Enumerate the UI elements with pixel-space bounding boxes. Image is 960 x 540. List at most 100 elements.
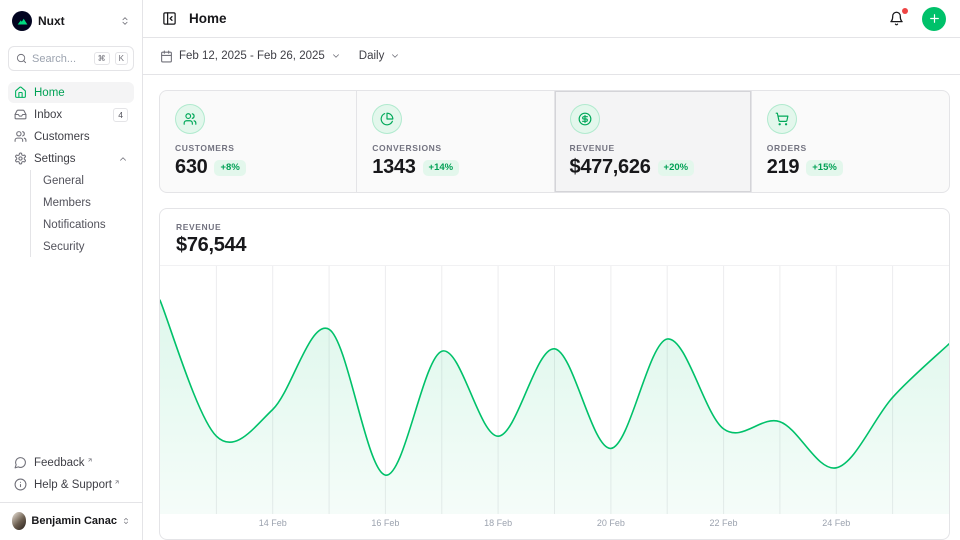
info-icon <box>14 478 27 491</box>
sidebar-item-security[interactable]: Security <box>39 236 134 257</box>
content: CUSTOMERS 630 +8% CONVERSIONS 1343 +14% <box>143 75 960 540</box>
stat-label: CUSTOMERS <box>175 143 341 153</box>
sub-item-label: Security <box>43 241 85 253</box>
help-support-link[interactable]: Help & Support <box>8 474 134 495</box>
x-tick-label: 14 Feb <box>259 518 287 528</box>
plus-icon <box>928 12 941 25</box>
stat-delta-badge: +15% <box>806 160 843 176</box>
sidebar-item-label: Home <box>34 87 128 99</box>
sub-item-label: General <box>43 175 84 187</box>
revenue-area-chart[interactable] <box>160 265 949 513</box>
bell-icon <box>889 11 904 26</box>
chart-canvas <box>160 266 949 514</box>
sidebar-item-settings[interactable]: Settings <box>8 148 134 169</box>
sidebar-item-general[interactable]: General <box>39 170 134 191</box>
x-tick-label: 24 Feb <box>822 518 850 528</box>
home-icon <box>14 86 27 99</box>
search-icon <box>16 53 27 64</box>
stat-delta-badge: +8% <box>214 160 245 176</box>
sidebar-footer: Feedback Help & Support Benjamin Canac <box>8 452 134 532</box>
x-tick-label: 16 Feb <box>371 518 399 528</box>
collapse-sidebar-button[interactable] <box>160 9 179 28</box>
main-area: Home Feb 12, 2025 - Feb 26, 2025 Daily <box>143 0 960 540</box>
workspace-switcher[interactable]: Nuxt <box>8 8 134 34</box>
sidebar-item-home[interactable]: Home <box>8 82 134 103</box>
stat-conversions[interactable]: CONVERSIONS 1343 +14% <box>357 91 554 192</box>
x-tick-label: 20 Feb <box>597 518 625 528</box>
divider <box>0 502 142 503</box>
inbox-icon <box>14 108 27 121</box>
main-header: Home <box>143 0 960 38</box>
date-range-picker[interactable]: Feb 12, 2025 - Feb 26, 2025 <box>160 50 341 63</box>
nuxt-logo-icon <box>12 11 32 31</box>
message-circle-icon <box>14 456 27 469</box>
search-input[interactable]: Search... ⌘ K <box>8 46 134 71</box>
sidebar-item-label: Inbox <box>34 109 106 121</box>
sidebar-item-customers[interactable]: Customers <box>8 126 134 147</box>
app-window: Nuxt Search... ⌘ K Home Inbox 4 Customer… <box>0 0 960 540</box>
chart-header: REVENUE $76,544 <box>160 209 949 259</box>
chevrons-up-down-icon <box>120 16 130 26</box>
chevron-down-icon <box>331 51 341 61</box>
chevron-up-icon <box>118 154 128 164</box>
stat-orders[interactable]: ORDERS 219 +15% <box>752 91 949 192</box>
x-tick-label: 18 Feb <box>484 518 512 528</box>
user-menu[interactable]: Benjamin Canac <box>8 504 134 532</box>
stat-delta-badge: +20% <box>658 160 695 176</box>
inbox-count-badge: 4 <box>113 108 128 122</box>
settings-subgroup: General Members Notifications Security <box>30 170 134 257</box>
chart-pie-icon <box>380 112 394 126</box>
granularity-select[interactable]: Daily <box>359 50 401 62</box>
user-name: Benjamin Canac <box>31 515 117 527</box>
search-placeholder: Search... <box>32 53 89 65</box>
notification-dot <box>902 8 908 14</box>
external-link-icon <box>87 457 93 463</box>
sidebar: Nuxt Search... ⌘ K Home Inbox 4 Customer… <box>0 0 143 540</box>
circle-dollar-icon <box>578 112 592 126</box>
footer-item-label: Feedback <box>34 457 128 469</box>
stat-label: REVENUE <box>570 143 736 153</box>
stat-delta-badge: +14% <box>423 160 460 176</box>
sub-item-label: Members <box>43 197 91 209</box>
stat-label: ORDERS <box>767 143 934 153</box>
avatar <box>12 512 26 530</box>
filters-toolbar: Feb 12, 2025 - Feb 26, 2025 Daily <box>143 38 960 75</box>
users-icon <box>183 112 197 126</box>
panel-left-close-icon <box>162 11 177 26</box>
chart-label: REVENUE <box>176 222 933 232</box>
stat-label: CONVERSIONS <box>372 143 538 153</box>
users-icon <box>14 130 27 143</box>
sidebar-item-notifications[interactable]: Notifications <box>39 214 134 235</box>
kbd-k: K <box>115 52 128 66</box>
granularity-value: Daily <box>359 50 385 62</box>
stats-row: CUSTOMERS 630 +8% CONVERSIONS 1343 +14% <box>159 90 950 193</box>
sidebar-item-label: Settings <box>34 153 111 165</box>
gear-icon <box>14 152 27 165</box>
chevrons-up-down-icon <box>122 516 130 526</box>
external-link-icon <box>114 479 120 485</box>
stat-value: $477,626 <box>570 156 651 179</box>
stat-customers[interactable]: CUSTOMERS 630 +8% <box>160 91 357 192</box>
stat-value: 1343 <box>372 156 415 179</box>
date-range-value: Feb 12, 2025 - Feb 26, 2025 <box>179 50 325 62</box>
page-title: Home <box>189 11 877 26</box>
sidebar-item-label: Customers <box>34 131 128 143</box>
stat-value: 630 <box>175 156 207 179</box>
x-tick-label: 22 Feb <box>710 518 738 528</box>
sidebar-item-inbox[interactable]: Inbox 4 <box>8 104 134 125</box>
workspace-name: Nuxt <box>38 14 114 28</box>
notifications-button[interactable] <box>887 9 906 28</box>
stat-revenue[interactable]: REVENUE $477,626 +20% <box>555 91 752 192</box>
sub-item-label: Notifications <box>43 219 106 231</box>
chart-x-axis: 14 Feb 16 Feb 18 Feb 20 Feb 22 Feb 24 Feb <box>160 513 949 535</box>
calendar-icon <box>160 50 173 63</box>
sidebar-nav: Home Inbox 4 Customers Settings General … <box>8 82 134 257</box>
footer-item-label: Help & Support <box>34 479 128 491</box>
feedback-link[interactable]: Feedback <box>8 452 134 473</box>
shopping-cart-icon <box>775 112 789 126</box>
add-new-button[interactable] <box>922 7 946 31</box>
chevron-down-icon <box>390 51 400 61</box>
stat-value: 219 <box>767 156 799 179</box>
kbd-cmd: ⌘ <box>94 52 110 66</box>
sidebar-item-members[interactable]: Members <box>39 192 134 213</box>
